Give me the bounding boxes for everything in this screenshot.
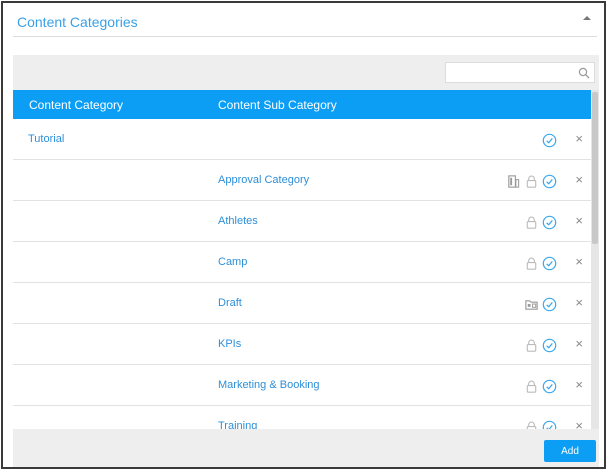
grid-toolbar	[13, 55, 599, 89]
lock-icon[interactable]	[524, 174, 539, 189]
search-box[interactable]	[445, 62, 595, 83]
row-actions	[542, 132, 557, 148]
row-actions	[506, 173, 557, 189]
close-icon[interactable]: ×	[575, 213, 583, 228]
panel-header: Content Categories	[13, 7, 597, 37]
sub-category-cell[interactable]: Approval Category	[218, 174, 309, 186]
folder-icon[interactable]	[524, 297, 539, 312]
close-icon[interactable]: ×	[575, 336, 583, 351]
check-circle-icon[interactable]	[542, 133, 557, 148]
column-header-category[interactable]: Content Category	[29, 98, 123, 112]
check-circle-icon[interactable]	[542, 256, 557, 271]
check-circle-icon[interactable]	[542, 420, 557, 429]
check-circle-icon[interactable]	[542, 215, 557, 230]
close-icon[interactable]: ×	[575, 254, 583, 269]
close-icon[interactable]: ×	[575, 172, 583, 187]
lock-icon[interactable]	[524, 215, 539, 230]
row-actions	[524, 296, 557, 312]
check-circle-icon[interactable]	[542, 297, 557, 312]
lock-icon[interactable]	[524, 256, 539, 271]
check-circle-icon[interactable]	[542, 379, 557, 394]
table-row[interactable]: Tutorial ×	[13, 119, 591, 160]
sub-category-cell[interactable]: Marketing & Booking	[218, 379, 320, 391]
table-row[interactable]: Training ×	[13, 406, 591, 429]
scrollbar[interactable]	[591, 90, 599, 429]
scrollbar-thumb[interactable]	[592, 92, 598, 244]
row-actions	[524, 214, 557, 230]
table-row[interactable]: KPIs ×	[13, 324, 591, 365]
row-actions	[524, 255, 557, 271]
table-row[interactable]: Draft ×	[13, 283, 591, 324]
row-actions	[524, 419, 557, 429]
search-icon[interactable]	[578, 67, 590, 79]
table-row[interactable]: Marketing & Booking ×	[13, 365, 591, 406]
sub-category-cell[interactable]: Camp	[218, 256, 247, 268]
row-actions	[524, 337, 557, 353]
lock-icon[interactable]	[524, 338, 539, 353]
close-icon[interactable]: ×	[575, 377, 583, 392]
form-icon[interactable]	[506, 174, 521, 189]
search-input[interactable]	[446, 63, 574, 82]
category-cell[interactable]: Tutorial	[28, 133, 64, 145]
close-icon[interactable]: ×	[575, 131, 583, 146]
column-header-sub-category[interactable]: Content Sub Category	[218, 98, 337, 112]
lock-icon[interactable]	[524, 379, 539, 394]
close-icon[interactable]: ×	[575, 295, 583, 310]
sub-category-cell[interactable]: KPIs	[218, 338, 241, 350]
add-button[interactable]: Add	[544, 440, 596, 462]
collapse-icon[interactable]	[583, 16, 591, 20]
grid-body: Tutorial × Approval Category × Athletes × Camp…	[13, 119, 591, 429]
close-icon[interactable]: ×	[575, 418, 583, 429]
table-row[interactable]: Approval Category ×	[13, 160, 591, 201]
category-grid: Content Category Content Sub Category Tu…	[13, 55, 599, 429]
check-circle-icon[interactable]	[542, 174, 557, 189]
grid-header: Content Category Content Sub Category	[13, 90, 591, 119]
sub-category-cell[interactable]: Draft	[218, 297, 242, 309]
check-circle-icon[interactable]	[542, 338, 557, 353]
lock-icon[interactable]	[524, 420, 539, 429]
sub-category-cell[interactable]: Athletes	[218, 215, 258, 227]
dialog-footer: Add	[13, 429, 599, 467]
sub-category-cell[interactable]: Training	[218, 420, 257, 429]
row-actions	[524, 378, 557, 394]
panel-title: Content Categories	[17, 14, 138, 30]
dialog-frame: Content Categories Content Category Cont…	[1, 1, 606, 469]
table-row[interactable]: Camp ×	[13, 242, 591, 283]
table-row[interactable]: Athletes ×	[13, 201, 591, 242]
